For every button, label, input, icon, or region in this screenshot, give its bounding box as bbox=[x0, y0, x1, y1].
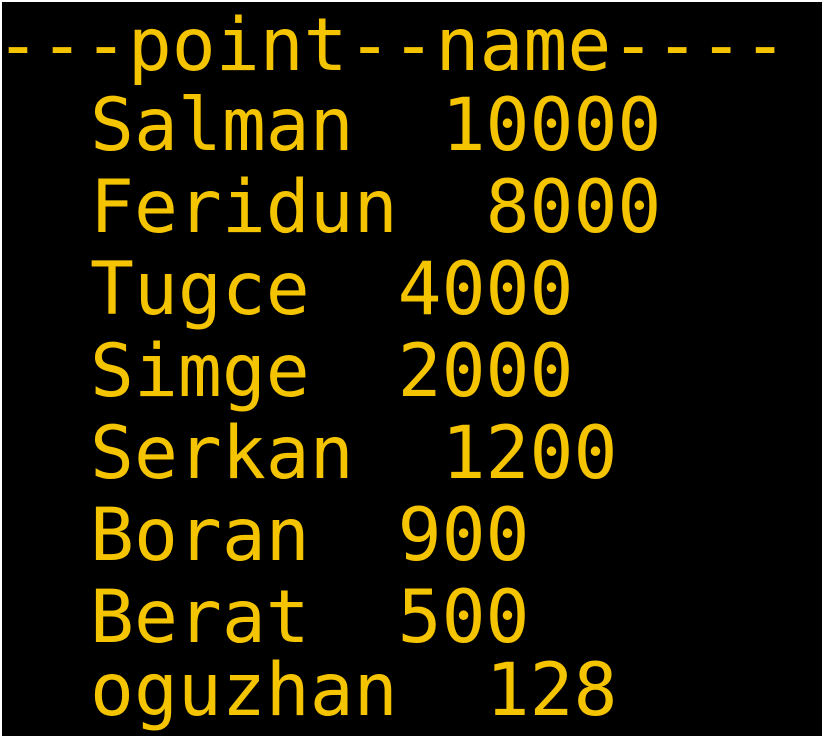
row-name: Boran bbox=[90, 493, 310, 578]
row-value: 2000 bbox=[397, 329, 574, 414]
table-row: Tugce 4000 bbox=[90, 249, 573, 331]
terminal-output: ---point--name---- Salman 10000 Feridun … bbox=[2, 2, 822, 736]
row-name: Salman bbox=[90, 83, 354, 168]
table-row: Berat 500 bbox=[90, 577, 530, 659]
row-separator bbox=[310, 247, 398, 332]
row-name: oguzhan bbox=[90, 648, 398, 733]
table-row: Serkan 1200 bbox=[90, 413, 617, 495]
row-name: Simge bbox=[90, 329, 310, 414]
table-row: Simge 2000 bbox=[90, 331, 573, 413]
row-separator bbox=[398, 165, 486, 250]
row-name: Serkan bbox=[90, 411, 354, 496]
row-separator bbox=[310, 493, 398, 578]
table-row: Boran 900 bbox=[90, 495, 530, 577]
row-separator bbox=[310, 329, 398, 414]
table-row: oguzhan 128 bbox=[90, 650, 617, 732]
row-value: 4000 bbox=[397, 247, 574, 332]
row-name: Tugce bbox=[90, 247, 310, 332]
row-value: 1200 bbox=[441, 411, 618, 496]
table-row: Salman 10000 bbox=[90, 85, 661, 167]
table-header: ---point--name---- bbox=[2, 3, 788, 88]
row-value: 128 bbox=[485, 648, 618, 733]
table-row: Feridun 8000 bbox=[90, 167, 661, 249]
row-value: 10000 bbox=[441, 83, 662, 168]
row-separator bbox=[354, 411, 442, 496]
row-separator bbox=[354, 83, 442, 168]
row-value: 8000 bbox=[485, 165, 662, 250]
row-value: 900 bbox=[397, 493, 530, 578]
row-separator bbox=[398, 648, 486, 733]
row-name: Feridun bbox=[90, 165, 398, 250]
